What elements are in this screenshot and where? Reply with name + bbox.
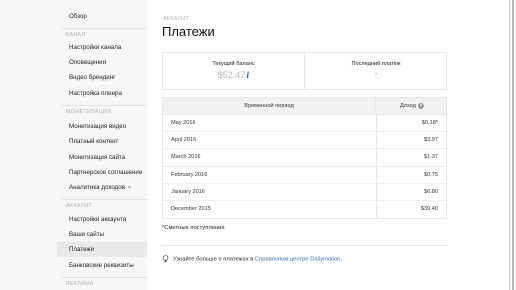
info-icon[interactable]: i	[246, 70, 249, 80]
row-amount: $1.37	[424, 154, 438, 161]
sidebar-item-your-sites[interactable]: Ваши сайты	[57, 227, 147, 242]
sidebar: Обзор КАНАЛ Настройки канала Оповещения …	[0, 0, 147, 290]
sidebar-section-channel: КАНАЛ	[66, 32, 86, 38]
sidebar-item-label: Монетизация видео	[69, 123, 127, 130]
table-row: January 2016 $6.80	[163, 183, 446, 201]
current-balance: Текущий баланс $52.47i	[163, 53, 305, 89]
sidebar-item-video-branding[interactable]: Видео брендинг	[57, 70, 147, 85]
column-header-period: Временной период	[163, 98, 376, 115]
sidebar-item-channel-settings[interactable]: Настройки канала	[57, 40, 147, 55]
sidebar-item-site-monetization[interactable]: Монетизация сайта	[57, 150, 147, 165]
table-row: February 2016 $0.75	[163, 166, 446, 184]
sidebar-divider	[62, 28, 147, 29]
sidebar-divider	[62, 277, 147, 278]
row-amount: $3.97	[424, 137, 438, 144]
scrollbar-thumb[interactable]	[512, 0, 514, 290]
sidebar-item-label: Настройки канала	[69, 44, 122, 51]
last-payment-label: Последний платёж	[351, 61, 401, 67]
sidebar-item-notifications[interactable]: Оповещения	[57, 55, 147, 70]
sidebar-item-label: Видео брендинг	[69, 74, 116, 81]
sidebar-item-label: Платный контент	[69, 138, 119, 145]
sidebar-item-player-settings[interactable]: Настройка плеера	[57, 86, 147, 101]
page-title: Платежи	[162, 24, 215, 39]
last-payment-value: -	[374, 71, 378, 78]
row-amount: $6.80	[424, 188, 438, 195]
row-amount: $39.40	[420, 205, 438, 212]
sidebar-item-revenue-analytics[interactable]: Аналитика доходов ⚭	[57, 180, 147, 195]
link-chain-icon: ⚭	[127, 185, 133, 191]
sidebar-item-label: Аналитика доходов	[69, 184, 125, 191]
payments-table: Временной период Доход? May 2016 $0.18* A…	[162, 97, 447, 220]
column-divider	[376, 166, 377, 183]
sidebar-item-label: Монетизация сайта	[69, 154, 126, 161]
sidebar-item-label: Платежи	[69, 246, 95, 253]
sidebar-item-bank-details[interactable]: Банковские реквизиты	[57, 258, 147, 273]
sidebar-item-label: Ваши сайты	[69, 231, 104, 238]
table-row: December 2015 $39.40	[163, 200, 446, 219]
column-divider	[376, 132, 377, 149]
column-divider	[376, 183, 377, 200]
balance-summary: Текущий баланс $52.47i Последний платёж …	[162, 52, 447, 90]
help-center-link[interactable]: Справочном центре Dailymotion	[255, 257, 341, 263]
table-row: May 2016 $0.18*	[163, 115, 446, 133]
sidebar-item-partner-agreement[interactable]: Партнерское соглашение	[57, 165, 147, 180]
column-header-income: Доход?	[376, 98, 448, 115]
breadcrumb: АККАУНТ	[163, 16, 189, 22]
sidebar-divider	[62, 199, 147, 200]
sidebar-item-label: Партнерское соглашение	[69, 169, 143, 176]
sidebar-item-overview[interactable]: Обзор	[57, 9, 147, 24]
column-divider	[376, 149, 377, 166]
sidebar-item-label: Банковские реквизиты	[69, 262, 134, 269]
row-period: February 2016	[171, 171, 208, 178]
sidebar-section-account: АККАУНТ	[66, 203, 92, 209]
sidebar-section-ads: РЕКЛАМА	[66, 281, 94, 287]
divider	[162, 245, 447, 246]
help-icon[interactable]: ?	[417, 102, 424, 109]
row-period: April 2016	[171, 137, 197, 144]
table-row: March 2016 $1.37	[163, 149, 446, 167]
row-amount: $0.75	[424, 171, 438, 178]
table-header: Временной период Доход?	[163, 98, 446, 115]
sidebar-item-payments[interactable]: Платежи	[57, 242, 147, 257]
sidebar-item-video-monetization[interactable]: Монетизация видео	[57, 119, 147, 134]
sidebar-item-label: Оповещения	[69, 59, 106, 66]
row-amount: $0.18*	[421, 120, 438, 126]
table-row: April 2016 $3.97	[163, 132, 446, 150]
column-divider	[376, 200, 377, 219]
sidebar-item-label: Настройки аккаунта	[69, 216, 127, 223]
row-period: March 2016	[171, 154, 201, 161]
row-period: May 2016	[171, 120, 196, 126]
sidebar-item-account-settings[interactable]: Настройки аккаунта	[57, 212, 147, 227]
main-content: АККАУНТ Платежи Текущий баланс $52.47i П…	[147, 0, 509, 290]
sidebar-section-monetization: МОНЕТИЗАЦИЯ	[66, 109, 112, 115]
help-tip-suffix: .	[340, 256, 343, 263]
column-divider	[376, 115, 377, 132]
current-balance-label: Текущий баланс	[212, 61, 255, 67]
sidebar-item-label: Настройка плеера	[69, 90, 122, 97]
sidebar-item-paid-content[interactable]: Платный контент	[57, 134, 147, 149]
estimate-footnote: *Сметные поступления	[162, 225, 225, 231]
sidebar-divider	[62, 105, 147, 106]
current-balance-value-row: $52.47i	[163, 70, 304, 80]
help-tip-prefix: Узнайте больше о платежах в	[173, 256, 255, 263]
lightbulb-icon	[162, 255, 169, 263]
sidebar-item-label: Обзор	[69, 13, 87, 20]
current-balance-value: $52.47	[217, 70, 246, 80]
row-period: December 2015	[171, 205, 211, 212]
row-period: January 2016	[171, 188, 205, 195]
column-header-income-label: Доход	[400, 103, 416, 109]
help-tip: Узнайте больше о платежах в Справочном ц…	[162, 255, 342, 263]
last-payment: Последний платёж -	[305, 53, 447, 89]
